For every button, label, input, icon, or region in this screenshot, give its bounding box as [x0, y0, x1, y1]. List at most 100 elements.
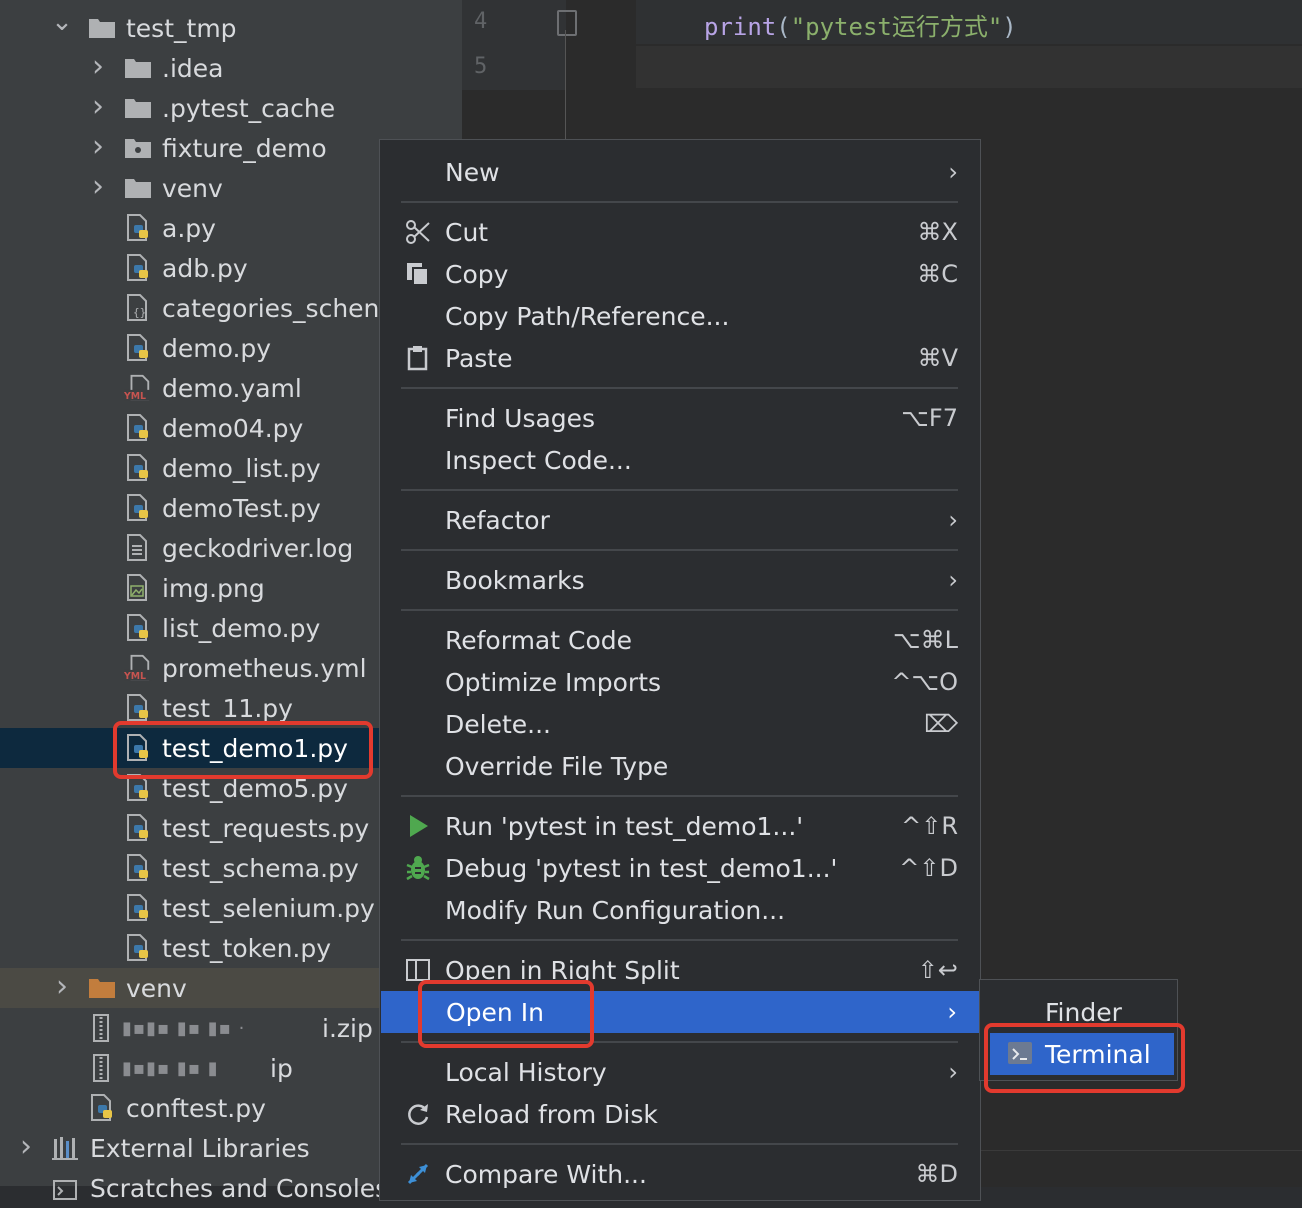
menu-item-label: Inspect Code...	[445, 445, 632, 475]
menu-item-run[interactable]: Run 'pytest in test_demo1...' ^⇧R	[380, 805, 980, 847]
code-paren: (	[776, 13, 791, 41]
code-line-5[interactable]	[636, 46, 1302, 88]
tree-row-label: i.zip	[322, 1013, 373, 1043]
tree-row-label: demoTest.py	[162, 493, 321, 523]
fold-icon[interactable]	[557, 10, 577, 36]
shortcut: ⌘C	[917, 260, 958, 288]
tree-row-label: test_11.py	[162, 693, 293, 723]
tree-row[interactable]: › .pytest_cache	[0, 88, 462, 128]
menu-item-modify-run[interactable]: Modify Run Configuration...	[380, 889, 980, 931]
menu-item-reformat-code[interactable]: Reformat Code ⌥⌘L	[380, 619, 980, 661]
menu-item-inspect-code[interactable]: Inspect Code...	[380, 439, 980, 481]
debug-bug-icon	[404, 854, 432, 882]
menu-item-find-usages[interactable]: Find Usages ⌥F7	[380, 397, 980, 439]
code-paren: )	[1002, 13, 1017, 41]
python-file-icon	[124, 894, 152, 922]
menu-item-reload[interactable]: Reload from Disk	[380, 1093, 980, 1135]
shortcut: ^⌥O	[891, 668, 958, 696]
svg-text:YML: YML	[124, 671, 146, 682]
folder-icon	[124, 174, 152, 202]
tree-row[interactable]: ⌄ test_tmp	[0, 7, 462, 48]
blurred-filename: ▮▪▮▪ ▮▪ ▮	[122, 1057, 219, 1079]
tree-row-label: ip	[270, 1053, 293, 1083]
menu-item-label: Copy Path/Reference...	[445, 301, 730, 331]
menu-item-cut[interactable]: Cut ⌘X	[380, 211, 980, 253]
tree-row-label: test_selenium.py	[162, 893, 375, 923]
image-file-icon	[124, 574, 152, 602]
json-file-icon: {}	[124, 294, 152, 322]
chevron-right-icon[interactable]: ›	[88, 46, 108, 86]
tree-row[interactable]: › .idea	[0, 48, 462, 88]
tree-row-label: test_schema.py	[162, 853, 359, 883]
svg-text:YML: YML	[124, 391, 146, 402]
menu-separator	[401, 939, 958, 941]
code-string: "pytest运行方式"	[790, 13, 1003, 41]
menu-item-label: Bookmarks	[445, 565, 585, 595]
menu-item-label: Delete...	[445, 709, 551, 739]
python-file-icon	[124, 614, 152, 642]
menu-item-debug[interactable]: Debug 'pytest in test_demo1...' ^⇧D	[380, 847, 980, 889]
python-file-icon	[124, 414, 152, 442]
archive-file-icon	[88, 1014, 116, 1042]
menu-separator	[401, 795, 958, 797]
tree-row-label: External Libraries	[90, 1133, 310, 1163]
menu-item-label: Debug 'pytest in test_demo1...'	[445, 853, 838, 883]
chevron-right-icon[interactable]: ›	[88, 86, 108, 126]
menu-separator	[401, 201, 958, 203]
menu-item-label: Optimize Imports	[445, 667, 662, 697]
shortcut: ⌘X	[917, 218, 958, 246]
menu-item-bookmarks[interactable]: Bookmarks ›	[380, 559, 980, 601]
copy-icon	[404, 260, 432, 288]
line-number: 4	[474, 9, 488, 34]
menu-item-copy[interactable]: Copy ⌘C	[380, 253, 980, 295]
shortcut: ⌥F7	[901, 404, 958, 432]
blurred-filename: ▮▪▮▪ ▮▪ ▮▪ ·	[122, 1017, 246, 1039]
chevron-right-icon: ›	[948, 566, 958, 594]
menu-item-label: Override File Type	[445, 751, 669, 781]
menu-item-paste[interactable]: Paste ⌘V	[380, 337, 980, 379]
menu-item-copy-path[interactable]: Copy Path/Reference...	[380, 295, 980, 337]
menu-item-label: Refactor	[445, 505, 550, 535]
chevron-right-icon[interactable]: ›	[88, 166, 108, 206]
tree-row-label: geckodriver.log	[162, 533, 354, 563]
indent-guide	[565, 30, 566, 140]
run-icon	[404, 812, 432, 840]
chevron-right-icon[interactable]: ›	[16, 1126, 36, 1166]
yaml-file-icon: YML	[124, 654, 152, 682]
menu-item-label: Reformat Code	[445, 625, 632, 655]
chevron-right-icon: ›	[948, 158, 958, 186]
python-file-icon	[124, 254, 152, 282]
tree-row-label: demo.yaml	[162, 373, 302, 403]
python-file-icon	[124, 934, 152, 962]
tree-row-label: fixture_demo	[162, 133, 327, 163]
menu-separator	[401, 609, 958, 611]
chevron-right-icon[interactable]: ›	[88, 126, 108, 166]
menu-item-label: Local History	[445, 1057, 607, 1087]
tree-row-label: a.py	[162, 213, 216, 243]
menu-item-new[interactable]: New ›	[380, 151, 980, 193]
python-file-icon	[124, 214, 152, 242]
code-keyword: print	[704, 13, 777, 41]
menu-item-override-file-type[interactable]: Override File Type	[380, 745, 980, 787]
chevron-right-icon: ›	[947, 998, 957, 1026]
shortcut: ⌘D	[915, 1160, 958, 1188]
yaml-file-icon: YML	[124, 374, 152, 402]
menu-item-label: Reload from Disk	[445, 1099, 658, 1129]
menu-item-delete[interactable]: Delete... ⌦	[380, 703, 980, 745]
menu-item-compare-with[interactable]: Compare With... ⌘D	[380, 1153, 980, 1195]
python-file-icon	[124, 854, 152, 882]
menu-item-refactor[interactable]: Refactor ›	[380, 499, 980, 541]
python-file-icon	[124, 334, 152, 362]
scissors-icon	[404, 218, 432, 246]
menu-separator	[401, 1143, 958, 1145]
line-number: 5	[474, 54, 488, 79]
tree-row[interactable]: › venv	[0, 968, 380, 1008]
chevron-down-icon[interactable]: ⌄	[51, 2, 73, 42]
chevron-right-icon[interactable]: ›	[52, 966, 72, 1006]
shortcut: ⇧↩	[917, 956, 958, 984]
menu-item-label: New	[445, 157, 500, 187]
menu-item-local-history[interactable]: Local History ›	[380, 1051, 980, 1093]
menu-item-optimize-imports[interactable]: Optimize Imports ^⌥O	[380, 661, 980, 703]
chevron-right-icon: ›	[948, 506, 958, 534]
code-text: print("pytest运行方式")	[704, 7, 1017, 42]
